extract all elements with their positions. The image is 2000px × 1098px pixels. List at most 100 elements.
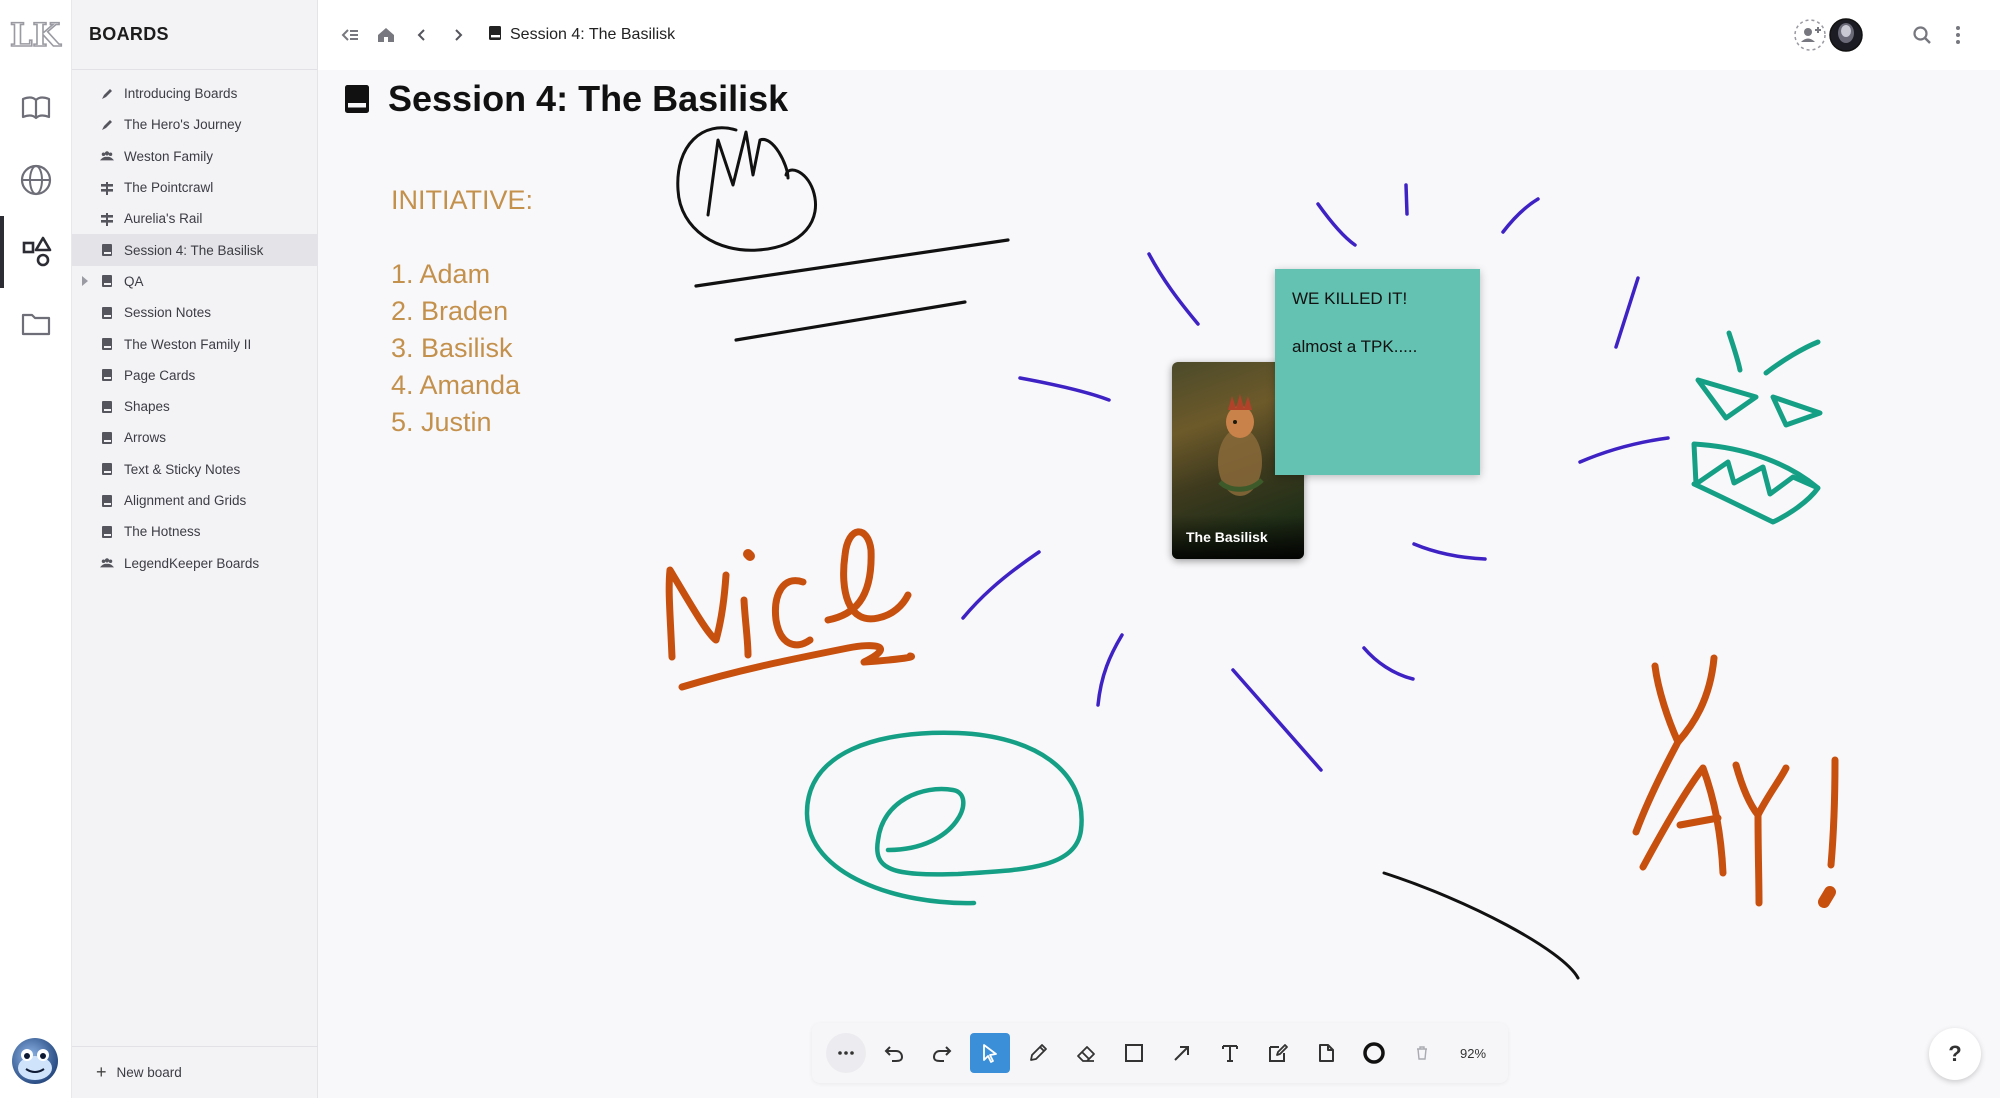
arrow-icon xyxy=(1174,1046,1189,1061)
search-button[interactable] xyxy=(1904,17,1940,53)
book-icon xyxy=(100,274,114,288)
rail-book-button[interactable] xyxy=(0,72,72,144)
eraser-tool-button[interactable] xyxy=(1066,1033,1106,1073)
rectangle-tool-button[interactable] xyxy=(1114,1033,1154,1073)
home-icon xyxy=(378,28,394,42)
purple-ray xyxy=(1362,646,1415,681)
book-icon xyxy=(100,431,114,445)
sidebar-item-session-notes[interactable]: Session Notes xyxy=(72,297,317,328)
sidebar-item-label: Arrows xyxy=(124,430,167,446)
sidebar-item-pointcrawl[interactable]: The Pointcrawl xyxy=(72,172,317,203)
purple-ray xyxy=(1316,202,1357,247)
more-tools-button[interactable] xyxy=(826,1033,866,1073)
user-avatar[interactable] xyxy=(12,1038,58,1084)
book-icon xyxy=(100,243,114,257)
sidebar-item-shapes[interactable]: Shapes xyxy=(72,391,317,422)
pen-icon xyxy=(100,87,114,101)
orange-letter-e xyxy=(824,528,912,624)
stroke-color-button[interactable] xyxy=(1354,1033,1394,1073)
chevron-right-icon xyxy=(455,29,463,41)
initiative-entry: 5. Justin xyxy=(391,407,492,437)
sidebar-item-legendkeeper-boards[interactable]: LegendKeeper Boards xyxy=(72,547,317,578)
back-button[interactable] xyxy=(404,17,440,53)
home-button[interactable] xyxy=(368,17,404,53)
sticky-note[interactable]: WE KILLED IT! almost a TPK..... xyxy=(1275,269,1480,475)
more-menu-button[interactable] xyxy=(1940,17,1976,53)
invite-user-button[interactable] xyxy=(1792,17,1828,53)
legendkeeper-logo[interactable]: LK xyxy=(8,16,64,52)
board-title: Session 4: The Basilisk xyxy=(344,78,788,120)
book-icon xyxy=(100,494,114,508)
help-button[interactable]: ? xyxy=(1929,1028,1981,1080)
sidebar-item-label: Session Notes xyxy=(124,305,212,321)
sidebar-item-arrows[interactable]: Arrows xyxy=(72,422,317,453)
horizontal-dots-icon xyxy=(838,1051,854,1055)
sidebar-item-label: Session 4: The Basilisk xyxy=(124,242,264,258)
sidebar-item-qa[interactable]: QA xyxy=(72,266,317,297)
sidebar-item-heros-journey[interactable]: The Hero's Journey xyxy=(72,109,317,140)
forward-button[interactable] xyxy=(440,17,476,53)
book-icon xyxy=(100,306,114,320)
sidebar-item-weston-family[interactable]: Weston Family xyxy=(72,141,317,172)
sticky-note-line: WE KILLED IT! xyxy=(1292,289,1408,308)
folder-icon xyxy=(21,313,51,336)
sidebar-item-session-4[interactable]: Session 4: The Basilisk xyxy=(72,234,317,266)
purple-ray xyxy=(1578,436,1670,464)
sidebar-item-aurelias-rail[interactable]: Aurelia's Rail xyxy=(72,203,317,234)
page-title: Session 4: The Basilisk xyxy=(388,78,789,119)
pen-tool-button[interactable] xyxy=(1018,1033,1058,1073)
page-card-tool-button[interactable] xyxy=(1306,1033,1346,1073)
book-icon xyxy=(345,85,369,113)
teal-spiral xyxy=(804,730,1084,906)
arrow-tool-button[interactable] xyxy=(1162,1033,1202,1073)
drawing-toolbar: 92% xyxy=(812,1023,1508,1083)
breadcrumb[interactable]: Session 4: The Basilisk xyxy=(488,25,675,46)
board-canvas[interactable]: Session 4: The Basilisk INITIATIVE: 1. A… xyxy=(318,70,2000,1098)
initiative-entry: 2. Braden xyxy=(391,296,509,326)
zoom-level[interactable]: 92% xyxy=(1460,1046,1486,1061)
sidebar-item-label: Weston Family xyxy=(124,148,214,164)
book-icon xyxy=(488,25,502,46)
collapse-sidebar-button[interactable] xyxy=(332,17,368,53)
undo-icon xyxy=(884,1046,904,1062)
sidebar-item-weston-family-ii[interactable]: The Weston Family II xyxy=(72,328,317,359)
document-icon xyxy=(1319,1044,1334,1062)
breadcrumb-title: Session 4: The Basilisk xyxy=(510,26,676,43)
signpost-icon xyxy=(100,212,114,226)
text-tool-button[interactable] xyxy=(1210,1033,1250,1073)
sidebar-item-introducing-boards[interactable]: Introducing Boards xyxy=(72,78,317,109)
sidebar-item-alignment-grids[interactable]: Alignment and Grids xyxy=(72,485,317,516)
rail-boards-button[interactable] xyxy=(0,216,72,288)
initiative-text-block[interactable]: INITIATIVE: 1. Adam 2. Braden 3. Basilis… xyxy=(391,182,533,441)
teal-brow-left xyxy=(1726,330,1743,373)
sticky-note-tool-button[interactable] xyxy=(1258,1033,1298,1073)
initiative-entry: 3. Basilisk xyxy=(391,333,513,363)
sidebar-item-label: LegendKeeper Boards xyxy=(124,555,260,571)
orange-exclamation xyxy=(1827,756,1839,869)
undo-button[interactable] xyxy=(874,1033,914,1073)
sidebar-item-label: The Pointcrawl xyxy=(124,180,214,196)
topbar-actions xyxy=(1792,0,2000,70)
add-user-icon xyxy=(1794,19,1826,51)
sidebar-item-the-hotness[interactable]: The Hotness xyxy=(72,516,317,547)
select-tool-button[interactable] xyxy=(970,1033,1010,1073)
sidebar-item-label: Aurelia's Rail xyxy=(124,211,203,227)
book-icon xyxy=(100,368,114,382)
book-icon xyxy=(21,96,51,120)
sidebar-item-label: Alignment and Grids xyxy=(124,493,247,508)
redo-button[interactable] xyxy=(922,1033,962,1073)
new-board-label: New board xyxy=(116,1065,182,1080)
new-board-button[interactable]: + New board xyxy=(72,1046,318,1098)
rail-globe-button[interactable] xyxy=(0,144,72,216)
sidebar-item-text-sticky-notes[interactable]: Text & Sticky Notes xyxy=(72,454,317,485)
redo-icon xyxy=(932,1046,952,1062)
sidebar-item-page-cards[interactable]: Page Cards xyxy=(72,360,317,391)
delete-button[interactable] xyxy=(1402,1033,1442,1073)
expand-caret-icon[interactable] xyxy=(82,275,88,286)
collaborator-avatar[interactable] xyxy=(1828,17,1864,53)
purple-ray xyxy=(1614,276,1640,349)
freehand-drawings[interactable] xyxy=(318,70,2000,1098)
sidebar-item-label: Page Cards xyxy=(124,367,196,383)
purple-ray xyxy=(1018,376,1111,402)
rail-files-button[interactable] xyxy=(0,288,72,360)
